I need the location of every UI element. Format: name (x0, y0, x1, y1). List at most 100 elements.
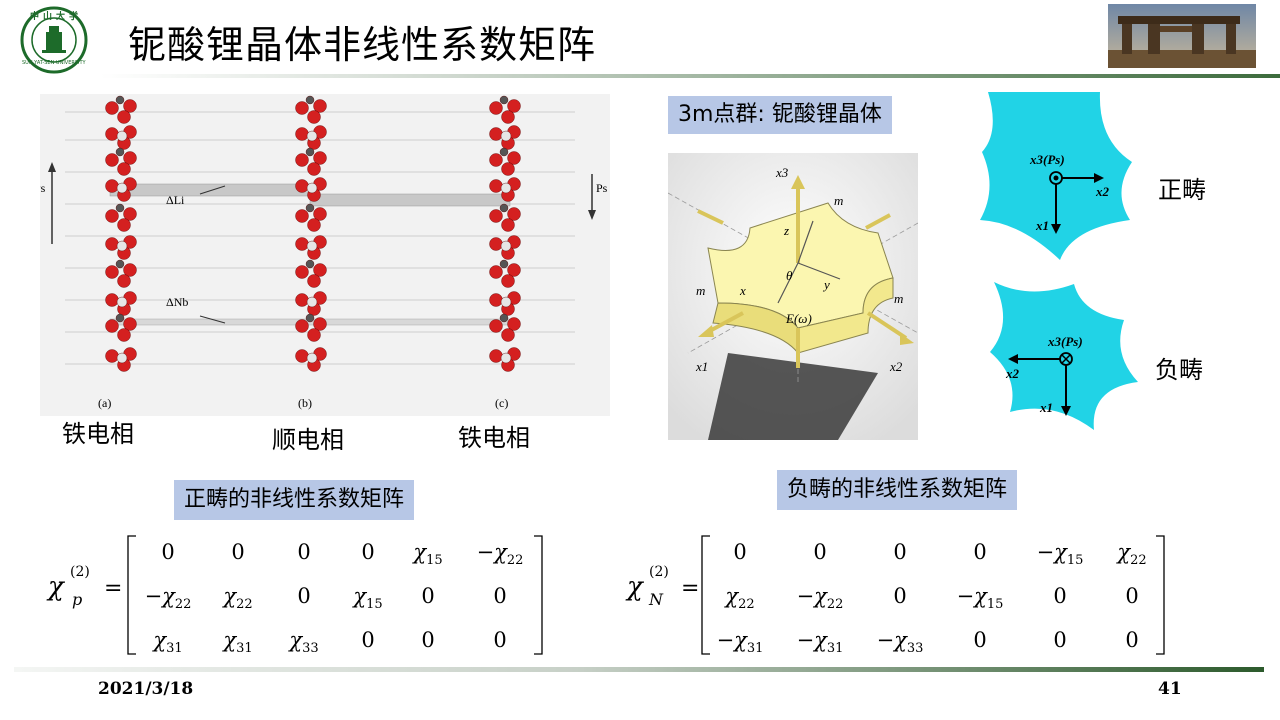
matrix-cell: 0 (297, 584, 311, 608)
atom (305, 313, 315, 323)
matrix-cell: χ22 (725, 584, 755, 613)
matrix-cell: −χ15 (956, 584, 1004, 613)
positive-domain-diagram: x3(Ps) x2 x1 (980, 92, 1132, 260)
axis-x-label: x (739, 283, 746, 298)
atom (105, 237, 119, 251)
negative-domain-label: 负畴 (1155, 356, 1203, 384)
atom (295, 127, 309, 141)
pos-axis3-label: x3(Ps) (1029, 152, 1065, 167)
axis-x1-label: x1 (695, 359, 708, 374)
axis-x2-label: x2 (889, 359, 903, 374)
atom (116, 130, 128, 142)
theta-label: θ (786, 268, 793, 283)
atom (499, 203, 509, 213)
matrix-cell: −χ22 (144, 584, 192, 613)
atom (489, 319, 503, 333)
positive-matrix-lhs: χ (2) p = (48, 564, 128, 620)
matrix-cell: 0 (421, 628, 435, 652)
delta-nb-label: ΔNb (166, 295, 188, 309)
atom (489, 237, 503, 251)
atom (295, 293, 309, 307)
point-group-label: 3m点群: 铌酸锂晶体 (668, 96, 892, 134)
atom (307, 218, 321, 232)
matrix-cell: χ31 (223, 628, 253, 657)
matrix-cell: 0 (361, 628, 375, 652)
negative-matrix-title: 负畴的非线性系数矩阵 (777, 470, 1018, 510)
atom (489, 209, 503, 223)
equals-sign: = (681, 576, 700, 601)
lhs-chi: χ (627, 572, 643, 602)
delta-li-bar-left (109, 183, 311, 197)
logo-ring-text: SUN YAT-SEN UNIVERSITY (22, 60, 86, 66)
atom (489, 349, 503, 363)
atom (116, 182, 128, 194)
negative-domain-diagram: x3(Ps) x2 x1 (990, 282, 1138, 430)
atom (295, 153, 309, 167)
atom (500, 240, 512, 252)
matrix-cell: 0 (1053, 628, 1067, 652)
matrix-cell: 0 (297, 540, 311, 564)
atom (295, 179, 309, 193)
atom (305, 259, 315, 269)
atom (306, 182, 318, 194)
atom (105, 209, 119, 223)
atom (489, 153, 503, 167)
equals-sign: = (104, 576, 123, 601)
matrix-cell: 0 (1125, 628, 1139, 652)
axis-y-label: y (822, 277, 830, 292)
atom (500, 296, 512, 308)
atom (500, 182, 512, 194)
matrix-cell: 0 (733, 540, 747, 564)
matrix-cell: 0 (421, 584, 435, 608)
matrix-cell: 0 (973, 540, 987, 564)
atom (105, 127, 119, 141)
matrix-cell: 0 (973, 628, 987, 652)
atom (295, 319, 309, 333)
neg-axis2-label: x2 (1005, 366, 1020, 381)
matrix-cell: 0 (361, 540, 375, 564)
matrix-cell: 0 (493, 628, 507, 652)
logo-text: 中山大学 (30, 12, 83, 22)
sub-label-a: (a) (98, 396, 111, 410)
matrix-cell: −χ33 (876, 628, 924, 657)
lhs-sub: p (72, 590, 83, 609)
atom (489, 265, 503, 279)
pos-axis1-label: x1 (1035, 218, 1049, 233)
sub-label-b: (b) (298, 396, 312, 410)
delta-li-label: ΔLi (166, 193, 185, 207)
matrix-cell: −χ22 (796, 584, 844, 613)
atom (117, 162, 131, 176)
atom (116, 352, 128, 364)
atom (501, 218, 515, 232)
structure-diagram: Ps Ps ΔLi ΔNb (a) (b) (c) (34, 95, 608, 410)
atom (306, 240, 318, 252)
atom (105, 349, 119, 363)
axis-z-label: z (783, 223, 789, 238)
footer-divider (14, 667, 1264, 672)
atom (489, 127, 503, 141)
atom (117, 218, 131, 232)
matrix-cell: −χ31 (716, 628, 764, 657)
mirror-m-top: m (834, 193, 843, 208)
atom (499, 259, 509, 269)
matrix-cell: χ33 (289, 628, 319, 657)
slide-title: 铌酸锂晶体非线性系数矩阵 (128, 23, 597, 67)
atom (295, 349, 309, 363)
atom (115, 147, 125, 157)
matrix-cell: χ15 (353, 584, 383, 613)
matrix-cell: −χ31 (796, 628, 844, 657)
atom (105, 293, 119, 307)
matrix-cell: −χ15 (1036, 540, 1084, 569)
negative-matrix-body: 0 0 0 0 −χ15 χ22 χ22 −χ22 0 −χ15 0 0 −χ31 −χ31 −χ33 0 0 0 (704, 534, 1164, 656)
atom (117, 110, 131, 124)
positive-domain-label: 正畴 (1158, 176, 1206, 204)
mirror-m-right: m (894, 291, 903, 306)
neg-axis3-label: x3(Ps) (1047, 334, 1083, 349)
atom (116, 296, 128, 308)
matrix-cell: χ22 (1117, 540, 1147, 569)
positive-matrix-title: 正畴的非线性系数矩阵 (174, 480, 415, 520)
atom (499, 95, 509, 105)
field-label: E(ω) (785, 311, 812, 326)
atom (499, 313, 509, 323)
phase-label-ferroelectric-a: 铁电相 (62, 420, 134, 448)
